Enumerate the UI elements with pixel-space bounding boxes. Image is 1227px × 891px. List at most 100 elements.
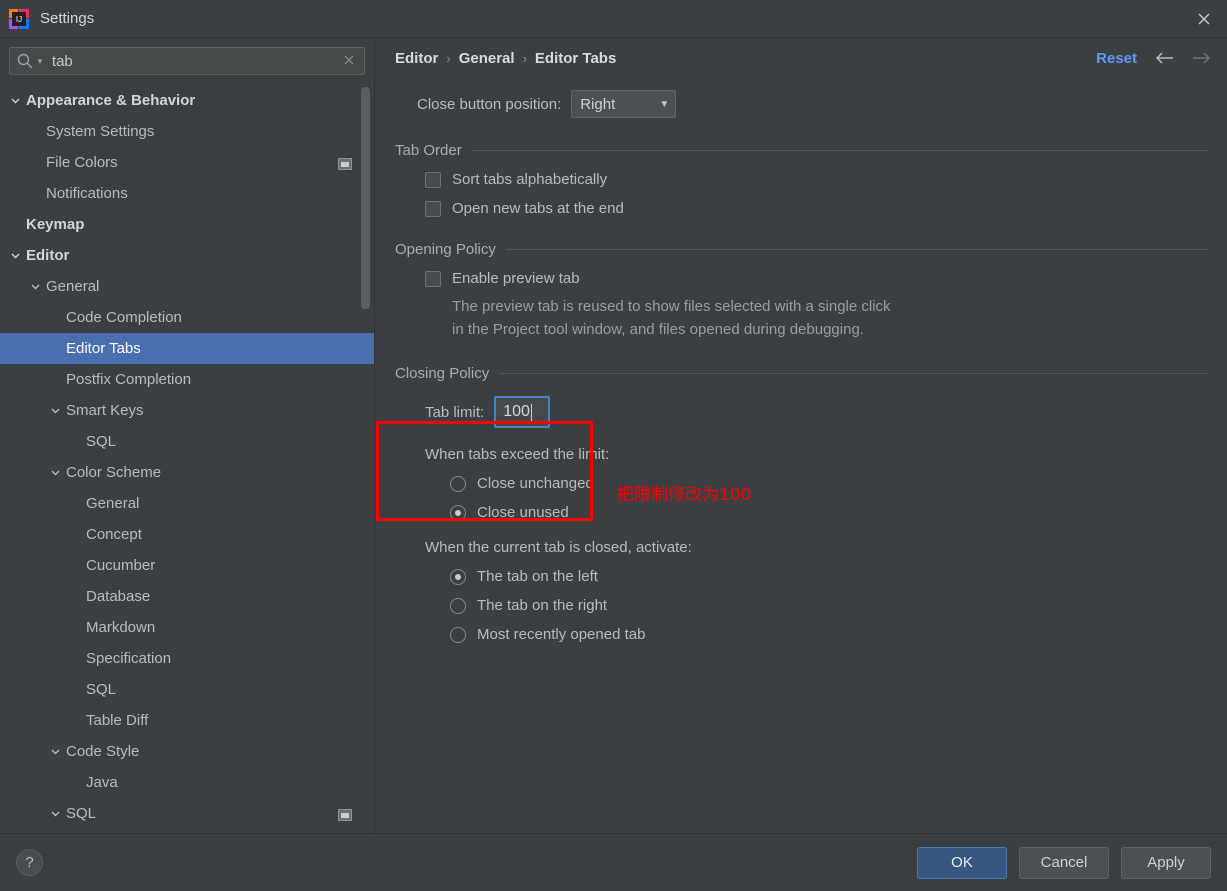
- sidebar-item-label: Table Diff: [86, 712, 149, 729]
- help-icon[interactable]: ?: [16, 849, 43, 876]
- close-unchanged-row[interactable]: Close unchanged: [450, 475, 1207, 492]
- open-new-tabs-at-end-row[interactable]: Open new tabs at the end: [425, 200, 1207, 217]
- most-recently-opened-tab-label: Most recently opened tab: [477, 626, 646, 643]
- cancel-button[interactable]: Cancel: [1019, 846, 1109, 879]
- breadcrumb-item-0[interactable]: Editor: [395, 50, 438, 67]
- sidebar-item-sql[interactable]: SQL: [0, 426, 374, 457]
- tab-on-right-row[interactable]: The tab on the right: [450, 597, 1207, 614]
- sidebar-item-database[interactable]: Database: [0, 581, 374, 612]
- tab-on-right-radio[interactable]: [450, 597, 466, 614]
- tab-limit-label: Tab limit:: [425, 403, 485, 421]
- clear-icon[interactable]: [342, 53, 358, 69]
- sidebar-item-postfix-completion[interactable]: Postfix Completion: [0, 364, 374, 395]
- group-divider: [505, 249, 1207, 250]
- opening-policy-group: Opening Policy Enable preview tab The pr…: [395, 241, 1207, 341]
- close-unchanged-radio[interactable]: [450, 475, 466, 492]
- sidebar-scrollbar[interactable]: [361, 87, 370, 309]
- sidebar-item-java[interactable]: Java: [0, 767, 374, 798]
- text-cursor: [530, 403, 532, 421]
- sort-tabs-alphabetically-checkbox[interactable]: [425, 171, 441, 188]
- most-recently-opened-tab-radio[interactable]: [450, 626, 466, 643]
- sidebar-item-system-settings[interactable]: System Settings: [0, 116, 374, 147]
- search-box[interactable]: ▼: [9, 47, 365, 75]
- sidebar-item-markdown[interactable]: Markdown: [0, 612, 374, 643]
- sidebar-item-table-diff[interactable]: Table Diff: [0, 705, 374, 736]
- chevron-down-icon[interactable]: ▼: [36, 57, 44, 66]
- tab-order-header: Tab Order: [395, 142, 1207, 159]
- sidebar-item-appearance-behavior[interactable]: Appearance & Behavior: [0, 85, 374, 116]
- sidebar-item-label: Markdown: [86, 619, 156, 636]
- sidebar-item-label: SQL: [66, 805, 97, 822]
- sidebar-item-label: Cucumber: [86, 557, 156, 574]
- search-input[interactable]: [51, 52, 342, 70]
- intellij-idea-logo-icon: IJ: [8, 8, 30, 30]
- sidebar-item-editor[interactable]: Editor: [0, 240, 374, 271]
- open-new-tabs-at-end-label: Open new tabs at the end: [452, 200, 624, 217]
- enable-preview-tab-checkbox[interactable]: [425, 270, 441, 287]
- chevron-down-icon[interactable]: [48, 466, 62, 480]
- chevron-down-icon[interactable]: [8, 94, 22, 108]
- arrow-left-icon[interactable]: [1153, 49, 1175, 67]
- close-unused-radio[interactable]: [450, 504, 466, 521]
- sidebar-item-editor-tabs[interactable]: Editor Tabs: [0, 333, 374, 364]
- breadcrumb: Editor › General › Editor Tabs Reset: [375, 38, 1227, 78]
- tab-limit-input[interactable]: 100: [494, 396, 551, 428]
- tab-on-left-radio[interactable]: [450, 568, 466, 585]
- search-icon: [16, 52, 34, 70]
- close-unused-row[interactable]: Close unused: [450, 504, 1207, 521]
- settings-content: Editor › General › Editor Tabs Reset Clo…: [375, 38, 1227, 833]
- sidebar-item-notifications[interactable]: Notifications: [0, 178, 374, 209]
- open-new-tabs-at-end-checkbox[interactable]: [425, 200, 441, 217]
- tab-on-left-row[interactable]: The tab on the left: [450, 568, 1207, 585]
- sidebar-item-file-colors[interactable]: File Colors: [0, 147, 374, 178]
- opening-policy-header: Opening Policy: [395, 241, 1207, 258]
- sidebar-item-color-scheme[interactable]: Color Scheme: [0, 457, 374, 488]
- annotation-text: 把限制修改为100: [617, 485, 752, 505]
- sidebar-item-label: General: [86, 495, 140, 512]
- arrow-right-icon[interactable]: [1191, 49, 1213, 67]
- reset-button[interactable]: Reset: [1096, 50, 1137, 67]
- preview-tab-description-line1: The preview tab is reused to show files …: [452, 298, 891, 315]
- settings-page-badge-icon: [338, 157, 352, 170]
- chevron-down-icon[interactable]: [48, 807, 62, 821]
- sidebar-item-label: File Colors: [46, 154, 118, 171]
- sidebar-item-sql[interactable]: SQL: [0, 798, 374, 829]
- sidebar-item-smart-keys[interactable]: Smart Keys: [0, 395, 374, 426]
- settings-tree[interactable]: Appearance & Behavior System Settings File…: [0, 85, 374, 833]
- chevron-down-icon[interactable]: [48, 404, 62, 418]
- when-tabs-exceed-limit-label: When tabs exceed the limit:: [425, 446, 610, 463]
- sidebar-item-label: Notifications: [46, 185, 128, 202]
- apply-button[interactable]: Apply: [1121, 846, 1211, 879]
- group-divider: [471, 150, 1207, 151]
- sidebar-item-sql[interactable]: SQL: [0, 674, 374, 705]
- close-button-position-value: Right: [580, 95, 616, 113]
- enable-preview-tab-row[interactable]: Enable preview tab: [425, 270, 1207, 287]
- sidebar-item-concept[interactable]: Concept: [0, 519, 374, 550]
- sidebar-item-cucumber[interactable]: Cucumber: [0, 550, 374, 581]
- sidebar-item-general[interactable]: General: [0, 488, 374, 519]
- main-area: ▼ Appearance & Behavior System Settings Fi…: [0, 38, 1227, 833]
- chevron-down-icon[interactable]: [8, 249, 22, 263]
- sidebar-item-general[interactable]: General: [0, 271, 374, 302]
- sidebar-item-specification[interactable]: Specification: [0, 643, 374, 674]
- sort-tabs-alphabetically-row[interactable]: Sort tabs alphabetically: [425, 171, 1207, 188]
- tab-order-group: Tab Order Sort tabs alphabetically Open …: [395, 142, 1207, 217]
- most-recently-opened-tab-row[interactable]: Most recently opened tab: [450, 626, 1207, 643]
- breadcrumb-item-1[interactable]: General: [459, 50, 515, 67]
- chevron-down-icon[interactable]: [48, 745, 62, 759]
- breadcrumb-item-2: Editor Tabs: [534, 49, 617, 67]
- close-icon[interactable]: [1181, 0, 1227, 37]
- group-divider: [499, 373, 1207, 374]
- close-button-position-select[interactable]: Right ▼: [571, 90, 677, 118]
- ok-button[interactable]: OK: [917, 846, 1007, 879]
- preview-tab-description-line2: in the Project tool window, and files op…: [452, 321, 864, 338]
- sidebar-item-code-style[interactable]: Code Style: [0, 736, 374, 767]
- sidebar-item-keymap[interactable]: Keymap: [0, 209, 374, 240]
- chevron-down-icon[interactable]: [28, 280, 42, 294]
- sidebar-item-code-completion[interactable]: Code Completion: [0, 302, 374, 333]
